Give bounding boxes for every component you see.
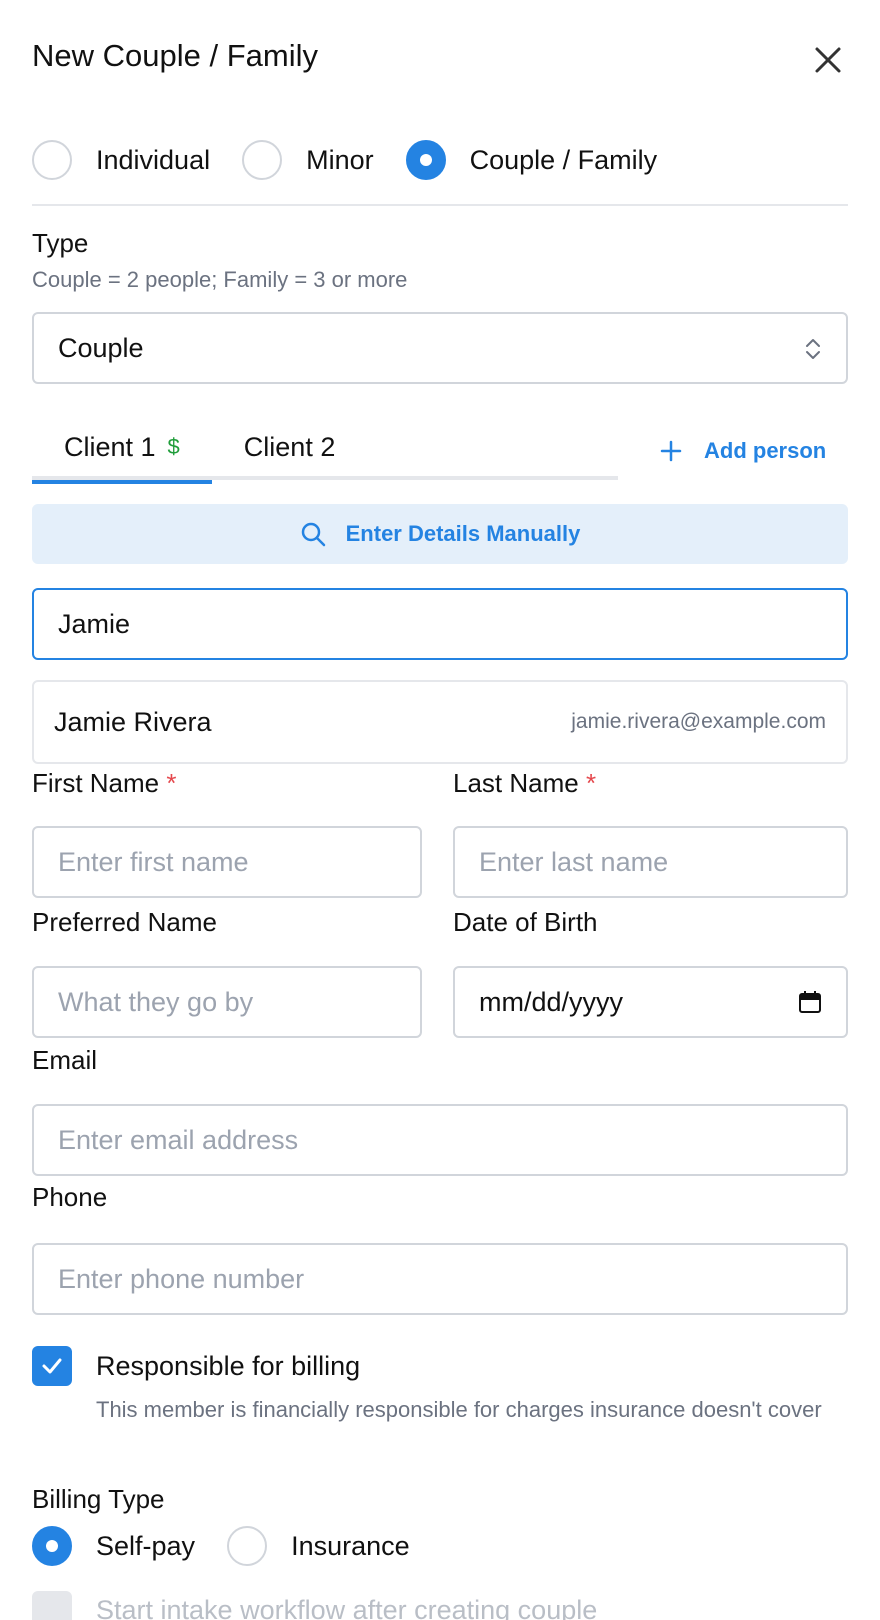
last-name-input[interactable] (453, 826, 848, 898)
client-search-result[interactable]: Jamie Rivera jamie.rivera@example.com (32, 680, 848, 764)
radio-circle[interactable] (227, 1526, 268, 1566)
required-mark: * (166, 768, 177, 798)
preferred-name-input[interactable] (32, 966, 422, 1038)
dob-label: Date of Birth (453, 907, 598, 937)
radio-circle[interactable] (32, 140, 72, 180)
radio-self-pay[interactable]: Self-pay (32, 1526, 195, 1566)
result-email: jamie.rivera@example.com (571, 710, 826, 733)
radio-label: Individual (96, 144, 211, 175)
first-name-input[interactable] (32, 826, 422, 898)
email-label: Email (32, 1045, 98, 1075)
radio-individual[interactable]: Individual (32, 140, 210, 180)
phone-label: Phone (32, 1182, 108, 1212)
chevron-up-down-icon (806, 339, 820, 359)
radio-couple-family[interactable]: Couple / Family (405, 140, 658, 180)
radio-circle-selected[interactable] (405, 140, 446, 180)
close-icon (815, 47, 841, 73)
billing-type-label: Billing Type (32, 1484, 165, 1514)
radio-label: Insurance (291, 1530, 410, 1561)
radio-label: Couple / Family (469, 144, 658, 175)
last-name-label-text: Last Name (453, 768, 579, 798)
email-input[interactable] (32, 1104, 848, 1176)
first-name-label-text: First Name (32, 768, 160, 798)
dialog-title: New Couple / Family (32, 38, 318, 73)
type-hint: Couple = 2 people; Family = 3 or more (32, 267, 408, 292)
type-select[interactable]: Couple (32, 312, 848, 384)
dob-input[interactable]: mm/dd/yyyy (453, 966, 848, 1038)
enter-details-manually-button[interactable]: Enter Details Manually (32, 504, 848, 564)
add-person-button[interactable]: Add person (660, 438, 826, 464)
radio-minor[interactable]: Minor (242, 140, 374, 180)
enter-details-manually-label: Enter Details Manually (345, 521, 581, 546)
first-name-label: First Name * (32, 768, 176, 799)
divider (32, 204, 848, 206)
start-intake-checkbox[interactable] (32, 1591, 72, 1620)
required-mark: * (585, 768, 597, 798)
type-select-value: Couple (58, 332, 144, 363)
tab-label: Client 2 (243, 431, 336, 462)
radio-label: Self-pay (96, 1530, 196, 1561)
responsible-billing-label: Responsible for billing (96, 1351, 361, 1381)
calendar-icon[interactable] (798, 990, 822, 1014)
responsible-billing-checkbox[interactable] (32, 1346, 72, 1386)
responsible-billing-description: This member is financially responsible f… (96, 1397, 822, 1422)
close-button[interactable] (812, 44, 844, 76)
billing-dollar-icon: $ (167, 434, 180, 459)
radio-circle[interactable] (242, 140, 283, 180)
client-search-input[interactable] (32, 588, 848, 660)
preferred-name-label: Preferred Name (32, 907, 217, 937)
tab-client-2[interactable]: Client 2 (212, 414, 368, 480)
type-label: Type (32, 228, 89, 258)
radio-insurance[interactable]: Insurance (227, 1526, 410, 1566)
checkmark-icon (42, 1358, 62, 1374)
plus-icon (660, 440, 682, 462)
start-intake-label: Start intake workflow after creating cou… (96, 1595, 598, 1620)
phone-input[interactable] (32, 1243, 848, 1315)
client-tabs: Client 1 $ Client 2 (32, 414, 618, 484)
billing-type-radio-group: Self-pay Insurance (32, 1526, 442, 1566)
search-icon (301, 522, 325, 547)
last-name-label: Last Name * (453, 768, 596, 799)
add-person-label: Add person (704, 438, 827, 463)
client-kind-radio-group: Individual Minor Couple / Family (32, 140, 689, 180)
tab-label: Client 1 (64, 431, 156, 462)
tab-client-1[interactable]: Client 1 $ (32, 414, 212, 484)
radio-circle-selected[interactable] (32, 1526, 72, 1566)
radio-label: Minor (306, 144, 374, 175)
result-name: Jamie Rivera (54, 706, 212, 737)
dob-placeholder: mm/dd/yyyy (479, 986, 624, 1017)
